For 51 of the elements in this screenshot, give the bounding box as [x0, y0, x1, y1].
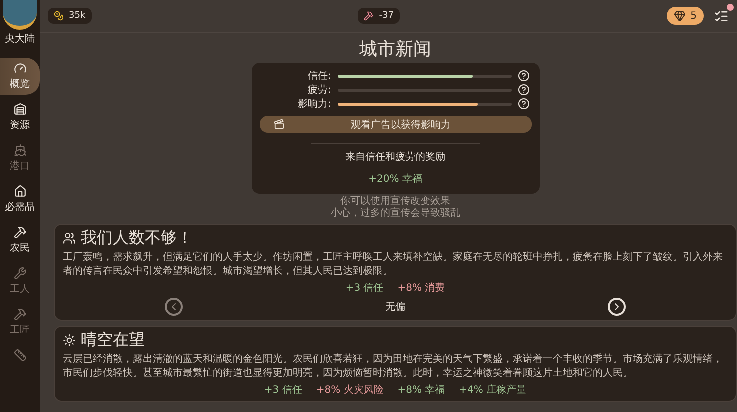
notification-dot	[727, 4, 734, 10]
task-list-icon[interactable]	[714, 8, 729, 24]
bonus-value: +20% 幸福	[368, 172, 422, 186]
watch-ad-button[interactable]: 观看广告以获得影响力	[260, 116, 532, 133]
hint-text: 你可以使用宣传改变效果	[340, 196, 450, 208]
page-title: 城市新闻	[360, 38, 432, 61]
event-description: 工厂轰鸣，需求飙升，但满足它们的人手太少。作坊闲置，工匠主呼唤工人来填补空缺。家庭在无尽的轮班中挣扎，疲惫在脸上刻下了皱纹。引入外来者的传言在民众中引发希望和怨恨。城市渴望增长，但其人民已达到极限。	[63, 251, 724, 279]
help-icon[interactable]	[518, 84, 530, 96]
coin-amount: 35k	[69, 11, 86, 21]
meter-label: 影响力:	[297, 98, 332, 111]
hint-text: 小心，过多的宣传会导致骚乱	[330, 208, 460, 220]
help-icon[interactable]	[518, 70, 530, 82]
gem-amount: 5	[690, 10, 697, 22]
wrench-icon	[14, 267, 26, 280]
event-title: 我们人数不够！	[81, 228, 193, 249]
nav-item[interactable]: 概览	[0, 58, 40, 95]
home-icon	[14, 185, 26, 198]
coin-icon	[54, 11, 64, 21]
nav-item[interactable]: 必需品	[0, 181, 40, 218]
ship-icon	[14, 144, 26, 157]
bonus-title: 来自信任和疲劳的奖励	[346, 150, 446, 164]
effect-text: +4% 庄稼产量	[459, 384, 527, 397]
effect-text: +8% 消费	[398, 282, 446, 295]
workforce-amount: -37	[379, 11, 394, 21]
video-icon	[274, 119, 284, 130]
meter-label: 疲劳:	[307, 84, 332, 97]
gem-counter[interactable]: 5	[666, 7, 704, 25]
effect-text: +8% 火灾风险	[316, 384, 384, 397]
effect-text: +3 信任	[264, 384, 302, 397]
effect-text: +8% 幸福	[398, 384, 446, 397]
choice-label: 无偏	[385, 301, 406, 314]
warehouse-icon	[14, 103, 26, 116]
previous-button[interactable]	[164, 298, 183, 316]
next-button[interactable]	[608, 298, 626, 316]
region-avatar	[3, 0, 37, 30]
gem-icon	[674, 10, 686, 22]
effect-text: +3 信任	[346, 282, 384, 295]
hammer-icon	[14, 308, 26, 321]
gauge-icon	[14, 62, 26, 75]
ruler-icon	[14, 349, 26, 362]
hammer-icon	[364, 11, 374, 21]
hammer-icon	[14, 226, 26, 239]
event-title: 晴空在望	[81, 330, 145, 351]
event-description: 云层已经消散，露出清澈的蓝天和温暖的金色阳光。农民们欣喜若狂，因为田地在完美的天气下繁盛，承诺着一个丰收的季节。市场充满了乐观情绪，市民们步伐轻快。甚至城市最繁忙的街道也显得更加明亮，因为烦恼暂时消散。此时，幸运之神微笑着眷顾这片土地和它的人民。	[63, 353, 724, 381]
region-name: 央大陆	[5, 32, 35, 46]
meter-label: 信任:	[307, 70, 332, 83]
help-icon[interactable]	[518, 98, 530, 110]
nav-item[interactable]: 农民	[0, 222, 40, 259]
people-icon	[63, 232, 76, 245]
sun-icon	[63, 334, 76, 347]
nav-item[interactable]: 资源	[0, 99, 40, 136]
